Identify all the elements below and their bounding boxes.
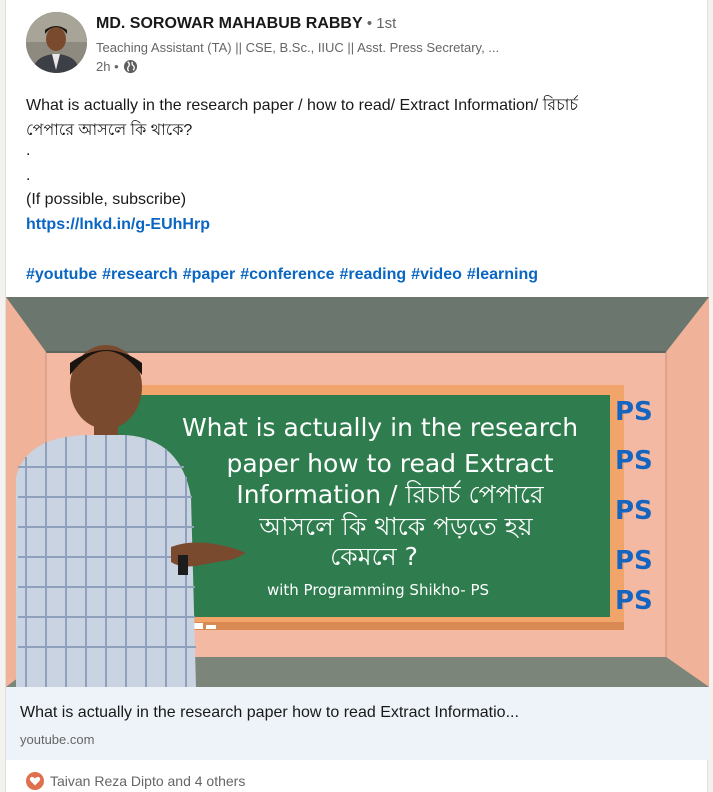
ps-logo-2: PS <box>615 446 653 476</box>
connection-degree: • 1st <box>362 15 397 32</box>
ps-logo-1: PS <box>615 397 653 427</box>
board-line-1: What is actually in the research <box>182 413 578 442</box>
author-name[interactable]: MD. SOROWAR MAHABUB RABBY • 1st <box>96 15 396 33</box>
ps-logo-5: PS <box>615 586 653 616</box>
post-text-line-4: . <box>26 167 31 184</box>
post-text-line-1: What is actually in the research paper /… <box>26 97 578 114</box>
reactions-text[interactable]: Taivan Reza Dipto and 4 others <box>50 773 245 789</box>
hashtag-list: #youtube #research #paper #conference #r… <box>26 266 538 284</box>
ps-logo-4: PS <box>615 546 653 576</box>
hashtag-learning[interactable]: #learning <box>467 266 538 284</box>
hashtag-youtube[interactable]: #youtube <box>26 266 97 284</box>
hashtag-paper[interactable]: #paper <box>183 266 235 284</box>
author-headline: Teaching Assistant (TA) || CSE, B.Sc., I… <box>96 40 500 55</box>
board-credit: with Programming Shikho- PS <box>267 581 489 599</box>
author-avatar[interactable] <box>26 12 87 73</box>
hashtag-video[interactable]: #video <box>411 266 462 284</box>
author-name-text[interactable]: MD. SOROWAR MAHABUB RABBY <box>96 15 363 32</box>
hashtag-reading[interactable]: #reading <box>339 266 406 284</box>
feed-post-card: MD. SOROWAR MAHABUB RABBY • 1st Teaching… <box>5 0 709 792</box>
post-link[interactable]: https://lnkd.in/g-EUhHrp <box>26 216 210 234</box>
video-thumbnail[interactable]: What is actually in the research paper h… <box>6 297 709 687</box>
board-line-3: Information / রিচার্চ পেপারে <box>236 480 544 509</box>
heart-icon <box>26 772 44 790</box>
avatar-photo <box>26 12 87 73</box>
preview-title[interactable]: What is actually in the research paper h… <box>20 704 519 722</box>
preview-domain: youtube.com <box>20 732 95 747</box>
board-line-2: paper how to read Extract <box>226 449 553 478</box>
reactions-summary[interactable]: Taivan Reza Dipto and 4 others <box>26 772 245 790</box>
post-time: 2h • <box>96 59 119 74</box>
board-line-5: কেমনে ? <box>330 542 418 571</box>
board-line-4: আসলে কি থাকে পড়তে হয় <box>258 512 534 541</box>
ps-logo-3: PS <box>615 496 653 526</box>
hashtag-research[interactable]: #research <box>102 266 178 284</box>
hashtag-conference[interactable]: #conference <box>240 266 334 284</box>
post-text-line-2: পেপারে আসলে কি থাকে? <box>26 122 193 139</box>
globe-icon <box>123 59 138 74</box>
link-preview[interactable]: What is actually in the research paper h… <box>6 687 709 760</box>
post-text-line-5: (If possible, subscribe) <box>26 191 187 208</box>
post-meta: 2h • <box>96 59 138 74</box>
post-text-line-3: . <box>26 142 31 159</box>
thumbnail-scene: What is actually in the research paper h… <box>6 297 709 687</box>
